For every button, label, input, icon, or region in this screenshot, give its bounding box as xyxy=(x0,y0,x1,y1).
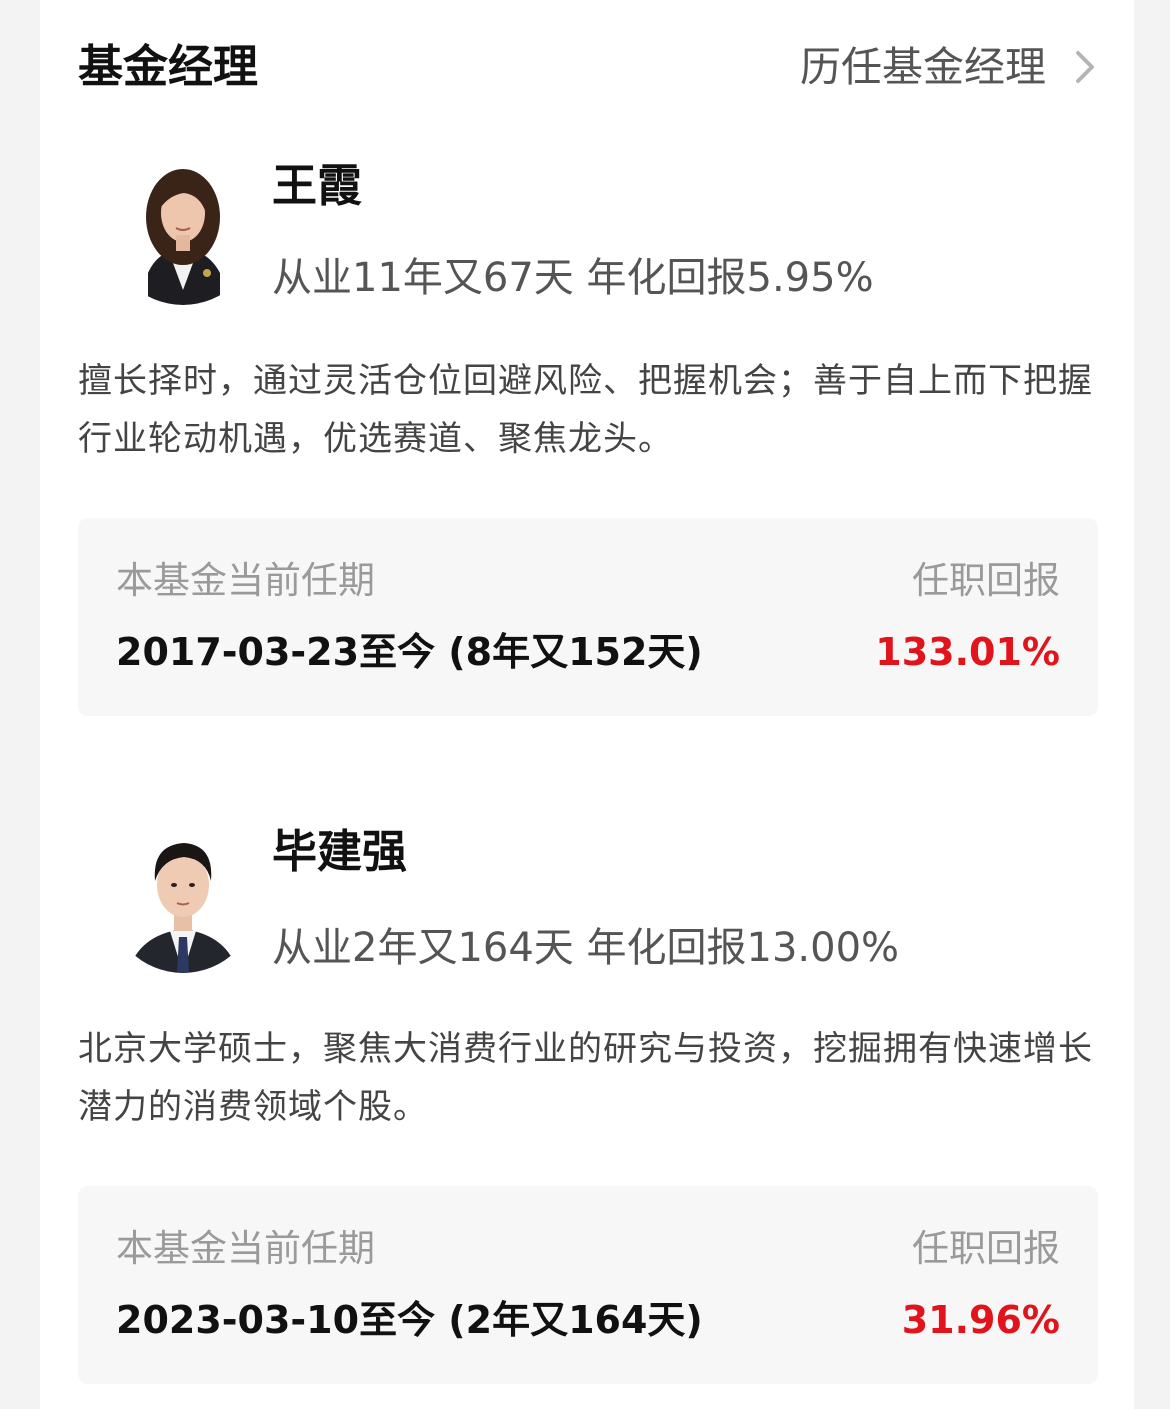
chevron-right-icon xyxy=(1072,49,1098,85)
manager-name: 王霞 xyxy=(272,159,363,212)
manager-stats: 从业2年又164天 年化回报13.00% xyxy=(272,925,900,971)
tenure-value: 2017-03-23至今 (8年又152天) xyxy=(116,630,703,674)
tenure-label: 本基金当前任期 xyxy=(116,559,375,602)
return-label: 任职回报 xyxy=(912,1227,1060,1270)
manager-item[interactable]: 王霞 从业11年又67天 年化回报5.95% 擅长择时，通过灵活仓位回避风险、把… xyxy=(78,150,1098,720)
return-value: 31.96% xyxy=(901,1298,1060,1342)
manager-item[interactable]: 毕建强 从业2年又164天 年化回报13.00% 北京大学硕士，聚焦大消费行业的… xyxy=(78,818,1098,1388)
return-value: 133.01% xyxy=(875,630,1060,674)
fund-manager-card: 基金经理 历任基金经理 王霞 从业11年又67天 年化回报5.95% 擅长择时，… xyxy=(40,0,1134,1409)
tenure-label: 本基金当前任期 xyxy=(116,1227,375,1270)
section-title: 基金经理 xyxy=(78,40,259,93)
tenure-box: 本基金当前任期 任职回报 2017-03-23至今 (8年又152天) 133.… xyxy=(78,518,1098,716)
tenure-box: 本基金当前任期 任职回报 2023-03-10至今 (2年又164天) 31.9… xyxy=(78,1186,1098,1384)
manager-description: 擅长择时，通过灵活仓位回避风险、把握机会；善于自上而下把握行业轮动机遇，优选赛道… xyxy=(78,361,1093,459)
history-managers-link[interactable]: 历任基金经理 xyxy=(800,34,1098,100)
manager-name: 毕建强 xyxy=(272,825,408,878)
manager-avatar xyxy=(108,823,258,973)
manager-description: 北京大学硕士，聚焦大消费行业的研究与投资，挖掘拥有快速增长潜力的消费领域个股。 xyxy=(78,1029,1093,1127)
history-managers-label: 历任基金经理 xyxy=(800,43,1046,91)
manager-avatar xyxy=(108,155,258,305)
manager-stats: 从业11年又67天 年化回报5.95% xyxy=(272,255,874,301)
return-label: 任职回报 xyxy=(912,559,1060,602)
section-header: 基金经理 历任基金经理 xyxy=(78,34,1098,104)
tenure-value: 2023-03-10至今 (2年又164天) xyxy=(116,1298,703,1342)
